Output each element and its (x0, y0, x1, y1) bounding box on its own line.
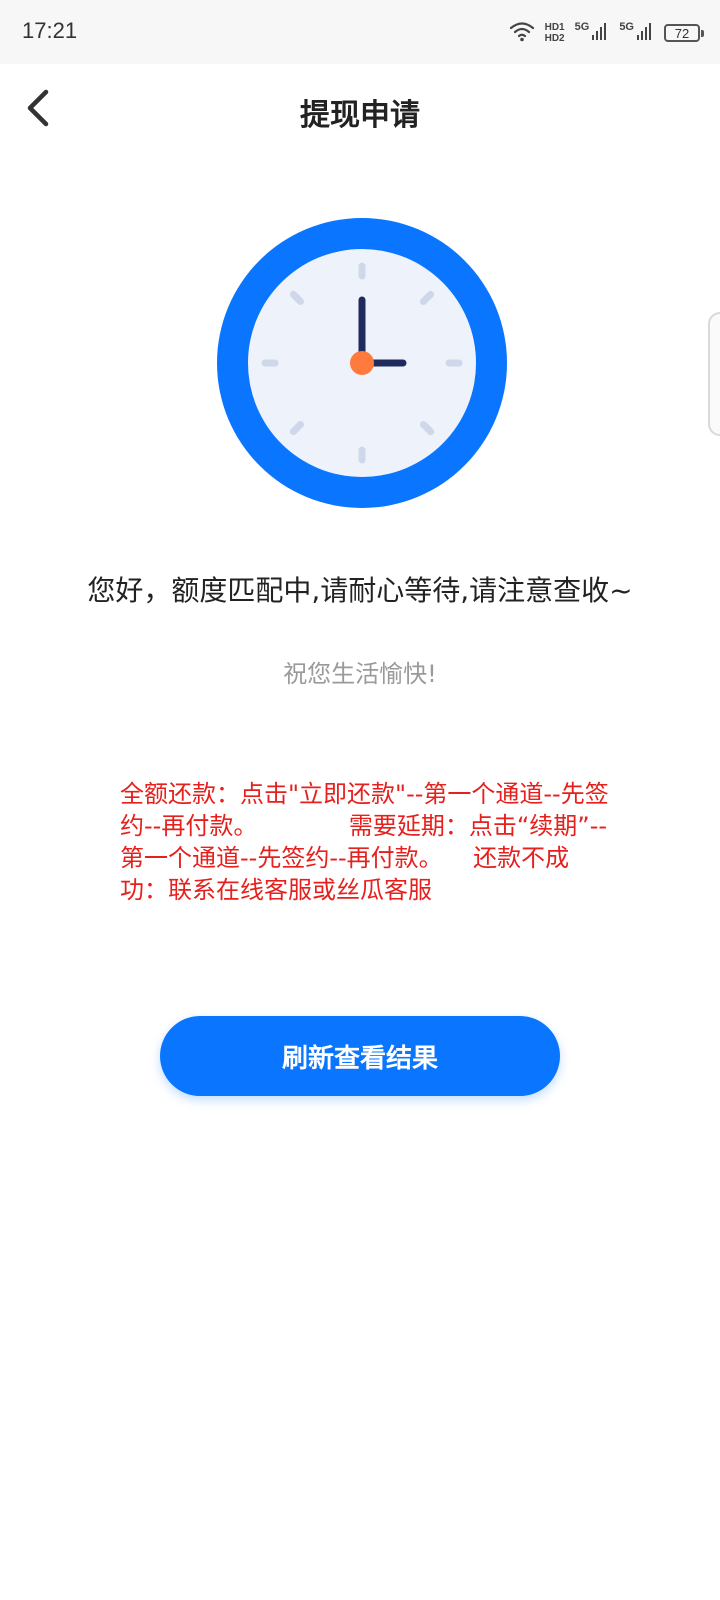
signal-bars-icon (636, 21, 654, 45)
status-time: 17:21 (22, 18, 78, 43)
status-message: 您好，额度匹配中,请耐心等待,请注意查收~ (87, 574, 633, 607)
refresh-result-button[interactable]: 刷新查看结果 (160, 1016, 560, 1096)
repayment-notice: 全额还款：点击"立即还款"--第一个通道--先签约--再付款。 需要延期：点击“… (120, 780, 609, 904)
wifi-icon (509, 20, 535, 46)
signal-1: 5G (575, 21, 610, 45)
signal-2: 5G (619, 21, 654, 45)
clock-icon (217, 218, 507, 508)
withdraw-request-screen: 17:21 HD1 HD2 5G 5G 72 提现申请 您好，额度匹配中,请耐心… (0, 0, 720, 1600)
side-drawer-handle[interactable] (708, 312, 720, 436)
network-type-label: 5G (574, 21, 590, 33)
status-icons: HD1 HD2 5G 5G 72 (509, 16, 704, 50)
network-type-label: 5G (619, 21, 634, 33)
battery-level: 72 (674, 25, 690, 41)
hd-indicator: HD1 HD2 (545, 22, 565, 44)
status-bar: 17:21 HD1 HD2 5G 5G 72 (0, 0, 720, 64)
nav-bar: 提现申请 (0, 64, 720, 156)
battery-icon: 72 (664, 24, 704, 42)
hd-bottom-label: HD2 (544, 33, 565, 44)
signal-bars-icon (591, 21, 609, 45)
page-title: 提现申请 (300, 98, 420, 133)
refresh-button-label: 刷新查看结果 (281, 1043, 438, 1074)
wish-message: 祝您生活愉快! (283, 660, 437, 688)
hd-top-label: HD1 (544, 22, 565, 33)
